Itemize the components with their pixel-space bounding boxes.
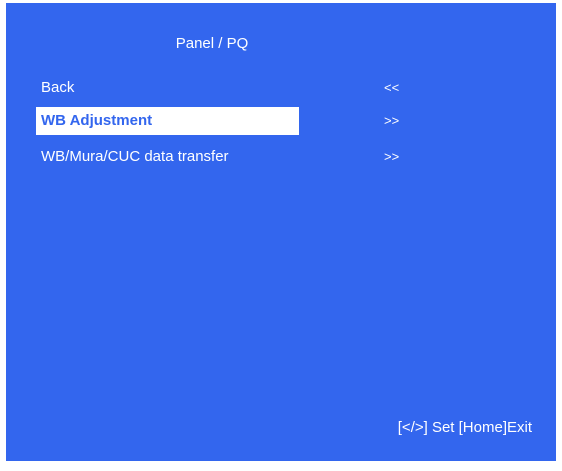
- osd-menu-panel: Panel / PQ Back << WB Adjustment >> WB/M…: [6, 3, 556, 461]
- menu-item-wb-adjustment[interactable]: WB Adjustment >>: [36, 107, 516, 135]
- menu-item-label: Back: [41, 79, 75, 96]
- forward-arrow-icon: >>: [384, 113, 400, 128]
- menu-item-data-transfer[interactable]: WB/Mura/CUC data transfer >>: [36, 143, 516, 171]
- menu-title: Panel / PQ: [175, 35, 249, 52]
- menu-item-back[interactable]: Back <<: [36, 74, 516, 102]
- menu-item-label: WB/Mura/CUC data transfer: [41, 148, 229, 165]
- forward-arrow-icon: >>: [384, 149, 400, 164]
- back-arrow-icon: <<: [384, 80, 400, 95]
- key-hint-footer: [</>] Set [Home]Exit: [397, 419, 532, 436]
- menu-item-label: WB Adjustment: [41, 112, 153, 129]
